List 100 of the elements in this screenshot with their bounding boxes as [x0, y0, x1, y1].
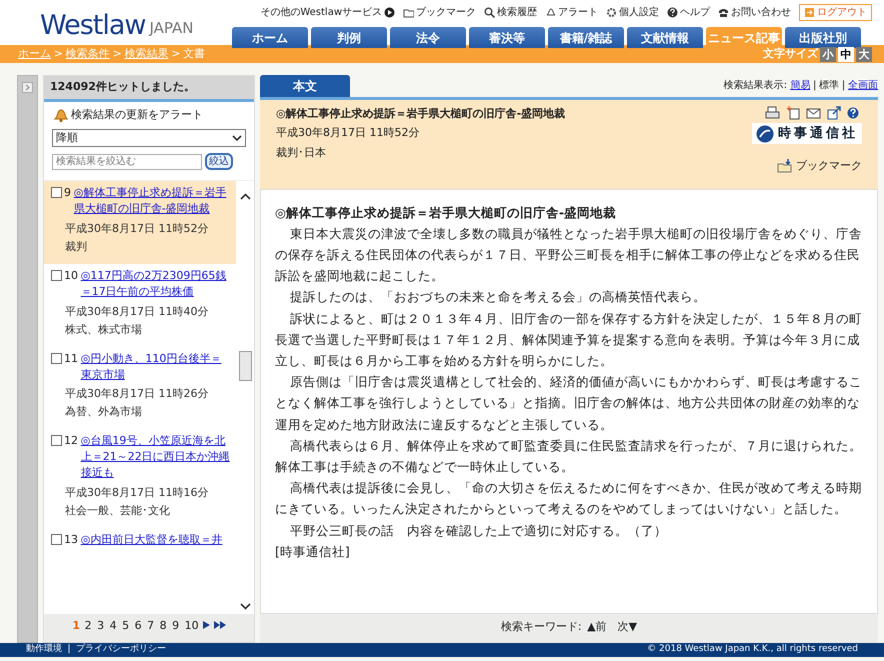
- breadcrumb-separator: >: [112, 46, 122, 62]
- last-page-icon: [214, 621, 226, 630]
- help-icon: [667, 6, 678, 18]
- display-mode-label: 検索結果表示:: [724, 80, 788, 91]
- article-paragraph: 平野公三町長の話 内容を確認した上で適切に対応する。（了）: [289, 522, 668, 540]
- scrollbar-thumb[interactable]: [238, 351, 252, 382]
- result-title-link[interactable]: ◎円小動き、110円台後半＝東京市場: [80, 350, 232, 382]
- header-link[interactable]: 検索履歴: [484, 4, 537, 20]
- bookmark-link[interactable]: ブックマーク: [796, 158, 862, 174]
- article-paragraph: 高橋代表は提訴後に会見し、「命の大切さを伝えるために何をすべきか、住民が改めて考える時期にきている。いったん決定されたからといって考えるのをやめてしまってはいけない」と話した。: [275, 479, 863, 518]
- nav-tab[interactable]: 法令: [390, 27, 466, 48]
- result-item[interactable]: 11 ◎円小動き、110円台後半＝東京市場 平成30年8月17日 11時26分 為替、外為市場: [44, 346, 236, 430]
- page-link[interactable]: 9: [172, 618, 180, 632]
- result-item[interactable]: 12 ◎台風19号、小笠原近海を北上＝21～22日に西日本か沖縄接近も 平成30年8月17日 11時16分 社会一般、芸能･文化: [44, 429, 236, 528]
- previous-keyword-link[interactable]: ▲前: [587, 620, 607, 632]
- phone-icon: [718, 6, 729, 18]
- filter-input[interactable]: 検索結果を絞込む: [52, 154, 202, 170]
- result-number: 9: [64, 185, 71, 201]
- result-item[interactable]: 13 ◎内田前日大監督を聴取＝井: [44, 528, 236, 556]
- checkbox[interactable]: [51, 270, 62, 281]
- result-title-link[interactable]: ◎117円高の2万2309円65銭＝17日午前の平均株価: [80, 268, 232, 300]
- display-mode-link[interactable]: 簡易: [790, 80, 810, 91]
- page-link[interactable]: 8: [160, 618, 167, 632]
- text-size-label: 文字サイズ: [763, 46, 818, 62]
- alert-link[interactable]: 検索結果の更新をアラート: [70, 106, 203, 123]
- sort-select[interactable]: 降順: [52, 129, 246, 147]
- nav-tab[interactable]: 出版社別: [785, 27, 861, 48]
- result-item[interactable]: 9 ◎解体工事停止求め提訴＝岩手県大槌町の旧庁舎-盛岡地裁 平成30年8月17日 11時52分 裁判: [44, 181, 236, 264]
- nav-tab[interactable]: 審決等: [469, 27, 545, 48]
- result-category: 為替、外為市場: [65, 404, 143, 420]
- article-paragraph: 高橋代表らは６月、解体停止を求めて町監査委員に住民監査請求を行ったが、７月に退けられた。解体工事は手続きの不備などで一時休止している。: [275, 436, 863, 476]
- result-title-link[interactable]: ◎内田前日大監督を聴取＝井: [80, 532, 232, 548]
- keyword-label: 検索キーワード:: [500, 620, 582, 632]
- text-size-button[interactable]: 小: [820, 46, 836, 62]
- copyright-text: © 2018 Westlaw Japan K.K., all rights reserved: [647, 643, 858, 656]
- article-paragraph: 提訴したのは、「おおづちの未来と命を考える会」の高橋英悟代表ら。: [289, 288, 707, 306]
- play-circle-icon: [384, 6, 395, 18]
- result-category: 株式、株式市場: [65, 322, 143, 338]
- header-link[interactable]: 個人設定: [606, 4, 659, 20]
- article-paragraph: 原告側は「旧庁舎は震災遺構として社会的、経済的価値が高いにもかかわらず、町長は考慮することなく解体工事を強行しようとしている」と指摘。旧庁舎の解体は、地方公共団体の財産の効率的な運用を定めた地方財政法に違反するなどと主張している。: [275, 373, 863, 434]
- header-link[interactable]: ヘルプ: [667, 4, 710, 20]
- document-tab[interactable]: 本文: [260, 75, 350, 97]
- document-title: ◎解体工事停止求め提訴＝岩手県大槌町の旧庁舎-盛岡地裁: [276, 106, 566, 122]
- result-date: 平成30年8月17日 11時52分: [65, 220, 210, 237]
- page-link[interactable]: 6: [134, 618, 142, 632]
- page-link[interactable]: 2: [84, 618, 92, 632]
- checkbox[interactable]: [51, 534, 62, 545]
- result-date: 平成30年8月17日 11時40分: [65, 304, 210, 320]
- document-date: 平成30年8月17日 11時52分: [276, 125, 420, 142]
- breadcrumb-separator: >: [171, 46, 180, 62]
- result-number: 10: [64, 268, 78, 284]
- mode-separator: |: [842, 80, 846, 91]
- checkbox[interactable]: [51, 435, 62, 446]
- nav-tab[interactable]: 文献情報: [627, 27, 703, 48]
- page-link[interactable]: 10: [184, 618, 199, 632]
- popout-icon[interactable]: [826, 106, 842, 120]
- search-icon: [484, 6, 495, 18]
- article-paragraph: 訴状によると、町は２０１３年４月、旧庁舎の一部を保存する方針を決定したが、１５年８月の町長選で当選した平野町長は１７年１２月、解体関連予算を提案する意向を表明。予算は今年３月に成立し、町長は６月から工事を始める方針を明らかにした。: [275, 310, 863, 370]
- gear-icon: [606, 6, 617, 18]
- logout-button[interactable]: ログアウト: [799, 4, 872, 20]
- mode-separator: |: [813, 80, 816, 91]
- next-keyword-link[interactable]: 次▼: [618, 620, 638, 632]
- checkbox[interactable]: [51, 187, 62, 198]
- logout-icon: [804, 6, 815, 18]
- header-link[interactable]: お問い合わせ: [718, 4, 791, 20]
- hit-count: 124092件ヒットしました。: [44, 76, 254, 102]
- header-link[interactable]: ブックマーク: [403, 4, 476, 20]
- article-paragraph: 東日本大震災の津波で全壊し多数の職員が犠牲となった岩手県大槌町の旧役場庁舎をめぐり、庁舎の保存を訴える住民団体の代表らが１７日、平野公三町長を相手に解体工事の停止などを求める住民訴訟を盛岡地裁に起こした。: [275, 224, 863, 286]
- page-link[interactable]: 4: [110, 618, 117, 632]
- footer-link[interactable]: 動作環境: [26, 643, 62, 657]
- page-link[interactable]: 3: [97, 618, 104, 632]
- result-title-link[interactable]: ◎解体工事停止求め提訴＝岩手県大槌町の旧庁舎-盛岡地裁: [74, 185, 232, 217]
- nav-tab[interactable]: 書籍/雑誌: [548, 27, 624, 48]
- download-document-icon[interactable]: [786, 106, 800, 120]
- result-date: 平成30年8月17日 11時16分: [65, 485, 210, 501]
- nav-tab[interactable]: 判例: [311, 27, 387, 48]
- page-link[interactable]: 7: [147, 618, 154, 632]
- checkbox[interactable]: [51, 352, 62, 364]
- circle-emblem-icon: [756, 124, 774, 142]
- nav-tab[interactable]: ホーム: [232, 27, 308, 48]
- display-mode-link[interactable]: 全画面: [848, 80, 878, 91]
- result-category: 裁判: [65, 238, 88, 255]
- header-link[interactable]: その他のWestlawサービス: [260, 4, 395, 20]
- footer-link[interactable]: プライバシーポリシー: [76, 643, 166, 657]
- result-title-link[interactable]: ◎台風19号、小笠原近海を北上＝21～22日に西日本か沖縄接近も: [80, 433, 232, 482]
- result-number: 11: [64, 350, 78, 366]
- text-size-button[interactable]: 中: [838, 46, 854, 62]
- text-size-button[interactable]: 大: [856, 46, 872, 62]
- expand-icon[interactable]: [22, 82, 33, 93]
- folder-icon: [403, 6, 414, 18]
- display-mode-current: 標準: [819, 80, 840, 91]
- page-link[interactable]: 5: [122, 618, 130, 632]
- mail-icon[interactable]: [806, 106, 821, 120]
- result-date: 平成30年8月17日 11時26分: [65, 386, 210, 402]
- filter-button[interactable]: 絞込: [204, 153, 233, 170]
- chevron-up-icon: [240, 193, 250, 200]
- result-item[interactable]: 10 ◎117円高の2万2309円65銭＝17日午前の平均株価 平成30年8月17日 11時40分 株式、株式市場: [44, 264, 236, 346]
- result-category: 社会一般、芸能･文化: [65, 503, 171, 519]
- header-link[interactable]: アラート: [545, 4, 598, 20]
- printer-icon[interactable]: [765, 106, 780, 120]
